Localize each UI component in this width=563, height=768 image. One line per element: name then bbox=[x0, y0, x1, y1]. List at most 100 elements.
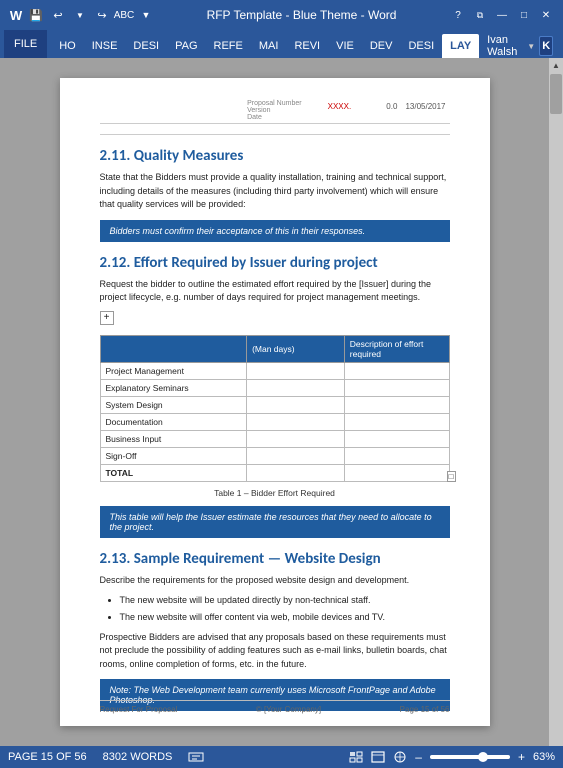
layout-icon[interactable] bbox=[371, 751, 385, 763]
list-item: The new website will be updated directly… bbox=[120, 593, 450, 607]
tab-dev[interactable]: DEV bbox=[362, 34, 401, 58]
row-signoff: Sign-Off bbox=[100, 447, 247, 464]
save-icon[interactable]: 💾 bbox=[28, 7, 44, 23]
tab-lay[interactable]: LAY bbox=[442, 34, 479, 58]
doc-header-table: Proposal Number Version Date XXXX. 0.0 1… bbox=[100, 98, 450, 124]
footer-center: © [Your Company] bbox=[256, 705, 321, 714]
col-description: Description of effort required bbox=[344, 335, 449, 362]
tab-ho[interactable]: HO bbox=[51, 34, 84, 58]
proposal-value: XXXX. bbox=[311, 102, 352, 111]
row-explanatory: Explanatory Seminars bbox=[100, 379, 247, 396]
user-name: Ivan Walsh bbox=[487, 34, 523, 58]
tab-desi2[interactable]: DESI bbox=[400, 34, 442, 58]
row-signoff-days[interactable] bbox=[247, 447, 345, 464]
date-value: 13/05/2017 bbox=[405, 102, 445, 111]
tab-revi[interactable]: REVI bbox=[286, 34, 328, 58]
row-business-input-desc[interactable] bbox=[344, 430, 449, 447]
col-mandays: (Man days) bbox=[247, 335, 345, 362]
minimize-button[interactable]: — bbox=[493, 7, 511, 23]
row-business-input-days[interactable] bbox=[247, 430, 345, 447]
section-213-body1: Describe the requirements for the propos… bbox=[100, 574, 450, 588]
redo-icon[interactable]: ↪ bbox=[94, 7, 110, 23]
tab-desi[interactable]: DESI bbox=[125, 34, 167, 58]
table-row: System Design bbox=[100, 396, 449, 413]
version-value: 0.0 bbox=[359, 102, 397, 111]
zoom-slider[interactable] bbox=[430, 755, 510, 759]
proposal-label: Proposal Number bbox=[247, 100, 303, 107]
section-211-heading: 2.11. Quality Measures bbox=[100, 147, 450, 165]
row-system-design: System Design bbox=[100, 396, 247, 413]
table-caption: Table 1 – Bidder Effort Required bbox=[100, 488, 450, 498]
close-button[interactable]: ✕ bbox=[537, 7, 555, 23]
row-documentation: Documentation bbox=[100, 413, 247, 430]
tab-pag[interactable]: PAG bbox=[167, 34, 205, 58]
row-system-design-days[interactable] bbox=[247, 396, 345, 413]
tab-file[interactable]: FILE bbox=[4, 30, 47, 58]
page-info: PAGE 15 OF 56 bbox=[8, 751, 87, 763]
table-row: Sign-Off bbox=[100, 447, 449, 464]
section-211-note: Bidders must confirm their acceptance of… bbox=[100, 220, 450, 242]
table-row-total: TOTAL bbox=[100, 464, 449, 481]
row-documentation-days[interactable] bbox=[247, 413, 345, 430]
section-212-heading: 2.12. Effort Required by Issuer during p… bbox=[100, 254, 450, 272]
section-212-note: This table will help the Issuer estimate… bbox=[100, 506, 450, 538]
footer-left: Request For Proposal bbox=[100, 705, 178, 714]
scroll-up-button[interactable]: ▲ bbox=[549, 58, 563, 72]
footer-right: Page 15 of 56 bbox=[400, 705, 450, 714]
row-system-design-desc[interactable] bbox=[344, 396, 449, 413]
page-info-text: PAGE 15 OF 56 bbox=[8, 751, 87, 763]
row-total: TOTAL bbox=[100, 464, 247, 481]
tab-refe[interactable]: REFE bbox=[206, 34, 251, 58]
right-scrollbar[interactable]: ▲ bbox=[549, 58, 563, 746]
section-213-body2: Prospective Bidders are advised that any… bbox=[100, 631, 450, 672]
tab-mai[interactable]: MAI bbox=[251, 34, 287, 58]
track-changes-icon[interactable] bbox=[188, 750, 204, 764]
document-page: Proposal Number Version Date XXXX. 0.0 1… bbox=[60, 78, 490, 726]
status-right: – + 63% bbox=[349, 750, 555, 764]
spelling-icon[interactable]: ABC bbox=[116, 7, 132, 23]
zoom-thumb[interactable] bbox=[478, 752, 488, 762]
app-title: RFP Template - Blue Theme - Word bbox=[207, 8, 397, 22]
zoom-minus-button[interactable]: – bbox=[415, 750, 422, 764]
row-documentation-desc[interactable] bbox=[344, 413, 449, 430]
table-resize-handle[interactable]: □ bbox=[447, 471, 456, 482]
section-213-heading: 2.13. Sample Requirement — Website Desig… bbox=[100, 550, 450, 568]
row-explanatory-desc[interactable] bbox=[344, 379, 449, 396]
maximize-button[interactable]: □ bbox=[515, 7, 533, 23]
window-controls: ? ⧉ — □ ✕ bbox=[449, 7, 555, 23]
bullet-list: The new website will be updated directly… bbox=[120, 593, 450, 625]
undo-dropdown-icon[interactable]: ▼ bbox=[72, 7, 88, 23]
quick-access-toolbar: 💾 ↩ ▼ ↪ ABC ▼ bbox=[28, 7, 154, 23]
row-project-mgmt-days[interactable] bbox=[247, 362, 345, 379]
row-project-mgmt: Project Management bbox=[100, 362, 247, 379]
zoom-plus-button[interactable]: + bbox=[518, 750, 525, 764]
doc-footer: Request For Proposal © [Your Company] Pa… bbox=[100, 700, 450, 714]
scroll-thumb[interactable] bbox=[550, 74, 562, 114]
user-avatar: K bbox=[539, 36, 553, 56]
list-item: The new website will offer content via w… bbox=[120, 610, 450, 624]
row-explanatory-days[interactable] bbox=[247, 379, 345, 396]
help-button[interactable]: ? bbox=[449, 7, 467, 23]
more-icon[interactable]: ▼ bbox=[138, 7, 154, 23]
status-bar: PAGE 15 OF 56 8302 WORDS bbox=[0, 746, 563, 768]
section-212-body: Request the bidder to outline the estima… bbox=[100, 278, 450, 305]
row-business-input: Business Input bbox=[100, 430, 247, 447]
ribbon-tab-bar: FILE HO INSE DESI PAG REFE MAI REVI VIE … bbox=[0, 30, 563, 58]
table-row: Business Input bbox=[100, 430, 449, 447]
web-view-icon[interactable] bbox=[393, 751, 407, 763]
table-row: Project Management bbox=[100, 362, 449, 379]
row-total-desc[interactable] bbox=[344, 464, 449, 481]
undo-icon[interactable]: ↩ bbox=[50, 7, 66, 23]
row-project-mgmt-desc[interactable] bbox=[344, 362, 449, 379]
version-label: Version bbox=[247, 107, 303, 114]
tab-inse[interactable]: INSE bbox=[84, 34, 126, 58]
tab-vie[interactable]: VIE bbox=[328, 34, 362, 58]
row-signoff-desc[interactable] bbox=[344, 447, 449, 464]
col-task bbox=[100, 335, 247, 362]
word-count-text: 8302 WORDS bbox=[103, 751, 173, 763]
user-menu[interactable]: Ivan Walsh ▼ K bbox=[479, 34, 561, 58]
word-count: 8302 WORDS bbox=[103, 751, 173, 763]
restore-button[interactable]: ⧉ bbox=[471, 7, 489, 23]
table-expand-button[interactable]: + bbox=[100, 311, 114, 325]
row-total-days[interactable] bbox=[247, 464, 345, 481]
